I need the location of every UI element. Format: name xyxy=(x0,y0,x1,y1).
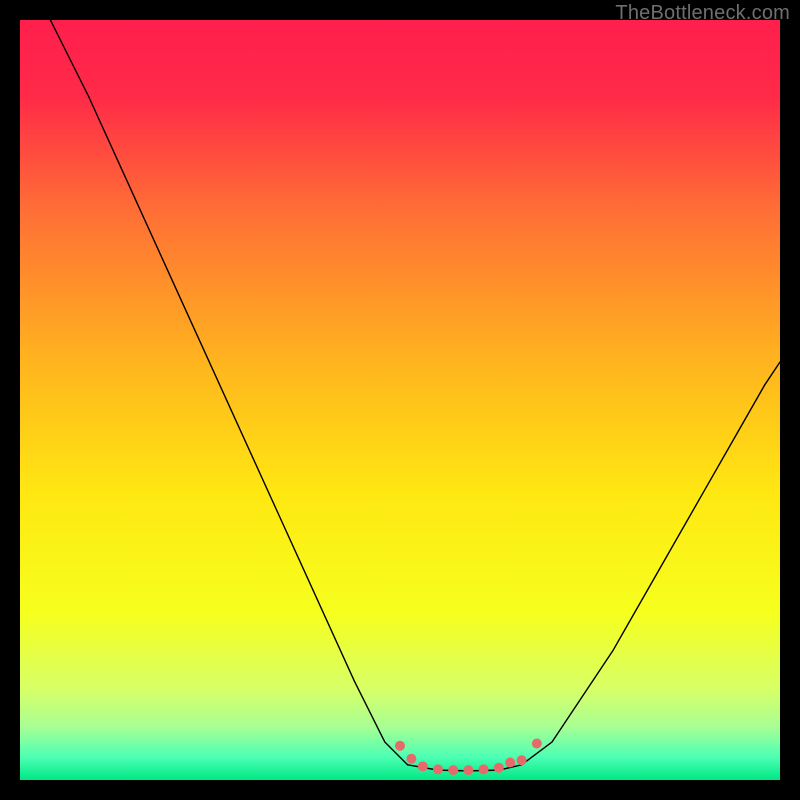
marker-point xyxy=(406,754,416,764)
marker-point xyxy=(505,758,515,768)
marker-point xyxy=(418,761,428,771)
marker-point xyxy=(494,763,504,773)
marker-point xyxy=(395,741,405,751)
chart-background xyxy=(20,20,780,780)
marker-point xyxy=(463,765,473,775)
marker-point xyxy=(532,739,542,749)
marker-point xyxy=(433,764,443,774)
marker-point xyxy=(448,765,458,775)
bottleneck-chart xyxy=(20,20,780,780)
marker-point xyxy=(517,755,527,765)
marker-point xyxy=(479,764,489,774)
chart-container: TheBottleneck.com xyxy=(0,0,800,800)
